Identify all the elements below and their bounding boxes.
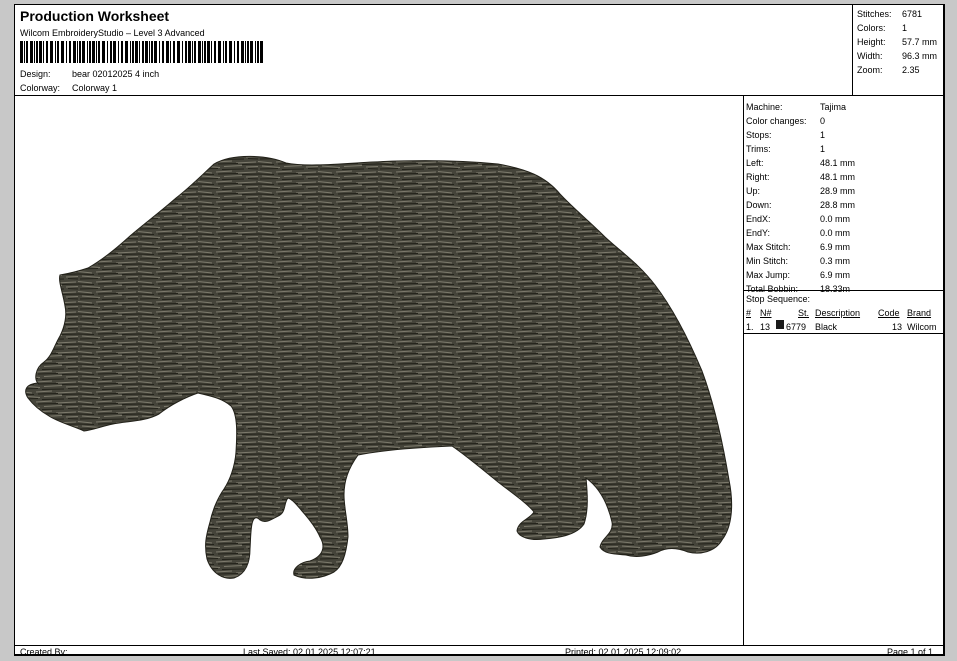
footer-created-by: Created By: — [20, 647, 68, 656]
stop-sequence-divider — [743, 333, 943, 334]
worksheet-title: Production Worksheet — [20, 8, 170, 24]
barcode-image — [20, 41, 263, 63]
footer-last-saved: Last Saved: 02.01.2025 12:07:21 — [243, 647, 376, 656]
seq-row-brand: Wilcom — [907, 322, 937, 332]
colorway-label: Colorway: — [20, 83, 61, 93]
seq-row-num: 1. — [746, 322, 754, 332]
seq-header-n: N# — [760, 308, 772, 318]
thread-color-swatch — [776, 320, 784, 329]
stat-height-value: 57.7 mm — [902, 37, 938, 47]
embroidery-design-preview — [25, 155, 733, 579]
stat-colors-value: 1 — [902, 23, 908, 33]
footer-page: Page 1 of 1 — [887, 647, 934, 656]
stat-width-label: Width: — [857, 51, 883, 61]
stat-stitches-value: 6781 — [902, 9, 923, 19]
header-divider — [15, 95, 943, 96]
stat-width-value: 96.3 mm — [902, 51, 938, 61]
seq-header-num: # — [746, 308, 752, 318]
seq-row-n: 13 — [760, 322, 771, 332]
stat-stitches-label: Stitches: — [857, 9, 892, 19]
colorway-value: Colorway 1 — [72, 83, 118, 93]
stat-colors-label: Colors: — [857, 23, 886, 33]
design-value: bear 02012025 4 inch — [72, 69, 160, 79]
stat-height-label: Height: — [857, 37, 886, 47]
footer-divider — [15, 645, 943, 646]
stop-sequence-title: Stop Sequence: — [746, 294, 811, 304]
bear-silhouette — [25, 155, 733, 579]
seq-header-brand: Brand — [907, 308, 932, 318]
stat-zoom-label: Zoom: — [857, 65, 883, 75]
stats-divider — [852, 5, 853, 95]
stat-zoom-value: 2.35 — [902, 65, 920, 75]
seq-row-st: 6779 — [786, 322, 807, 332]
seq-header-st: St. — [798, 308, 810, 318]
seq-header-description: Description — [815, 308, 861, 318]
seq-row-code: 13 — [892, 322, 903, 332]
software-name: Wilcom EmbroideryStudio – Level 3 Advanc… — [20, 28, 205, 38]
design-label: Design: — [20, 69, 51, 79]
seq-row-description: Black — [815, 322, 838, 332]
production-worksheet: Production Worksheet Wilcom EmbroiderySt… — [14, 4, 945, 656]
seq-header-code: Code — [878, 308, 900, 318]
footer-printed: Printed: 02.01.2025 12:09:02 — [565, 647, 682, 656]
